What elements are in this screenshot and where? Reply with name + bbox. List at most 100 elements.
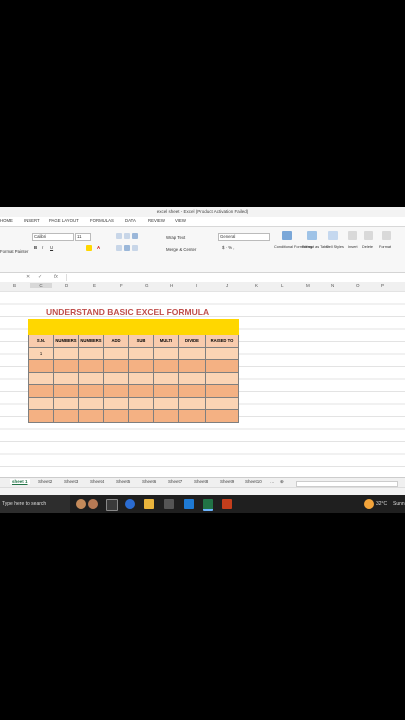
- tab-view[interactable]: VIEW: [175, 218, 186, 223]
- table-cell[interactable]: [103, 409, 129, 423]
- table-cell[interactable]: [103, 396, 129, 410]
- column-header[interactable]: O: [356, 283, 360, 288]
- format-as-table-icon[interactable]: [307, 231, 317, 240]
- delete-cells-button[interactable]: Delete: [362, 245, 373, 249]
- table-cell[interactable]: [128, 371, 154, 385]
- table-cell[interactable]: 1: [28, 346, 54, 360]
- store-icon[interactable]: [164, 499, 174, 509]
- align-top-icon[interactable]: [116, 233, 122, 239]
- task-view-icon[interactable]: [106, 499, 118, 511]
- formula-input[interactable]: [66, 274, 405, 281]
- table-cell[interactable]: [28, 409, 54, 423]
- table-cell[interactable]: [78, 384, 104, 398]
- column-header[interactable]: N: [331, 283, 334, 288]
- merge-center-button[interactable]: Merge & Center: [166, 247, 196, 252]
- table-header-cell[interactable]: ADD: [103, 334, 129, 348]
- sheet-tab[interactable]: Sheet10: [245, 479, 262, 484]
- conditional-formatting-icon[interactable]: [282, 231, 292, 240]
- column-header[interactable]: G: [145, 283, 149, 288]
- table-cell[interactable]: [103, 371, 129, 385]
- column-header[interactable]: H: [170, 283, 173, 288]
- table-header-cell[interactable]: SUB: [128, 334, 154, 348]
- cortana-avatar-icon[interactable]: [76, 499, 86, 509]
- column-header[interactable]: L: [281, 283, 284, 288]
- column-header[interactable]: I: [196, 283, 197, 288]
- excel-taskbar-icon[interactable]: [203, 499, 213, 511]
- format-cells-icon[interactable]: [382, 231, 391, 240]
- cancel-icon[interactable]: ✕: [26, 274, 30, 280]
- tab-page-layout[interactable]: PAGE LAYOUT: [49, 218, 79, 223]
- align-bottom-icon[interactable]: [132, 233, 138, 239]
- font-size-select[interactable]: 11: [75, 233, 91, 241]
- table-cell[interactable]: [53, 359, 79, 373]
- sheet-tab[interactable]: Sheet8: [194, 479, 208, 484]
- italic-icon[interactable]: I: [42, 245, 43, 250]
- sheet-tab[interactable]: Sheet7: [168, 479, 182, 484]
- tab-review[interactable]: REVIEW: [148, 218, 165, 223]
- table-cell[interactable]: [78, 359, 104, 373]
- table-header-cell[interactable]: NUMBERS: [78, 334, 104, 348]
- column-header[interactable]: C: [30, 283, 52, 288]
- table-cell[interactable]: [178, 359, 206, 373]
- edge-icon[interactable]: [125, 499, 135, 509]
- align-right-icon[interactable]: [132, 245, 138, 251]
- powerpoint-icon[interactable]: [222, 499, 232, 509]
- table-cell[interactable]: [205, 359, 239, 373]
- column-header[interactable]: D: [65, 283, 68, 288]
- table-cell[interactable]: [53, 409, 79, 423]
- font-color-icon[interactable]: A: [97, 245, 100, 250]
- tab-data[interactable]: DATA: [125, 218, 136, 223]
- fill-color-icon[interactable]: [86, 245, 92, 251]
- column-header[interactable]: K: [255, 283, 258, 288]
- bold-icon[interactable]: B: [34, 245, 37, 250]
- sheet-tab[interactable]: Sheet3: [64, 479, 78, 484]
- table-cell[interactable]: [128, 384, 154, 398]
- format-cells-button[interactable]: Format: [379, 245, 391, 249]
- table-header-cell[interactable]: DIVIDE: [178, 334, 206, 348]
- column-header[interactable]: M: [306, 283, 310, 288]
- table-cell[interactable]: [153, 346, 179, 360]
- font-name-select[interactable]: Calibri: [32, 233, 74, 241]
- table-cell[interactable]: [28, 371, 54, 385]
- sheet-tab[interactable]: Sheet6: [142, 479, 156, 484]
- column-header[interactable]: B: [13, 283, 16, 288]
- tab-home[interactable]: HOME: [0, 218, 13, 223]
- sheet-tab[interactable]: Sheet9: [220, 479, 234, 484]
- sheet-tab[interactable]: Sheet5: [116, 479, 130, 484]
- table-cell[interactable]: [178, 371, 206, 385]
- table-cell[interactable]: [178, 396, 206, 410]
- table-cell[interactable]: [153, 384, 179, 398]
- table-cell[interactable]: [178, 384, 206, 398]
- table-cell[interactable]: [128, 359, 154, 373]
- align-left-icon[interactable]: [116, 245, 122, 251]
- table-cell[interactable]: [78, 409, 104, 423]
- column-header[interactable]: F: [120, 283, 123, 288]
- tab-insert[interactable]: INSERT: [24, 218, 40, 223]
- table-cell[interactable]: [153, 396, 179, 410]
- cell-styles-button[interactable]: Cell Styles: [326, 245, 344, 249]
- table-cell[interactable]: [78, 371, 104, 385]
- new-sheet-icon[interactable]: ⊕: [280, 479, 284, 485]
- align-center-icon[interactable]: [124, 245, 130, 251]
- sheet-tab-active[interactable]: sheet 1: [10, 479, 30, 484]
- table-cell[interactable]: [28, 359, 54, 373]
- table-cell[interactable]: [28, 384, 54, 398]
- more-sheets-icon[interactable]: …: [270, 479, 275, 484]
- function-icon[interactable]: fx: [54, 274, 58, 280]
- table-cell[interactable]: [205, 409, 239, 423]
- table-cell[interactable]: [53, 346, 79, 360]
- table-cell[interactable]: [205, 396, 239, 410]
- sheet-tab[interactable]: Sheet4: [90, 479, 104, 484]
- align-middle-icon[interactable]: [124, 233, 130, 239]
- column-header[interactable]: J: [226, 283, 228, 288]
- table-cell[interactable]: [78, 396, 104, 410]
- table-cell[interactable]: [128, 396, 154, 410]
- band-cell[interactable]: [28, 319, 239, 335]
- table-cell[interactable]: [205, 346, 239, 360]
- taskbar-search[interactable]: Type here to search: [2, 501, 46, 507]
- mail-icon[interactable]: [184, 499, 194, 509]
- table-cell[interactable]: [128, 409, 154, 423]
- table-cell[interactable]: [53, 371, 79, 385]
- column-header[interactable]: E: [93, 283, 96, 288]
- table-cell[interactable]: [178, 346, 206, 360]
